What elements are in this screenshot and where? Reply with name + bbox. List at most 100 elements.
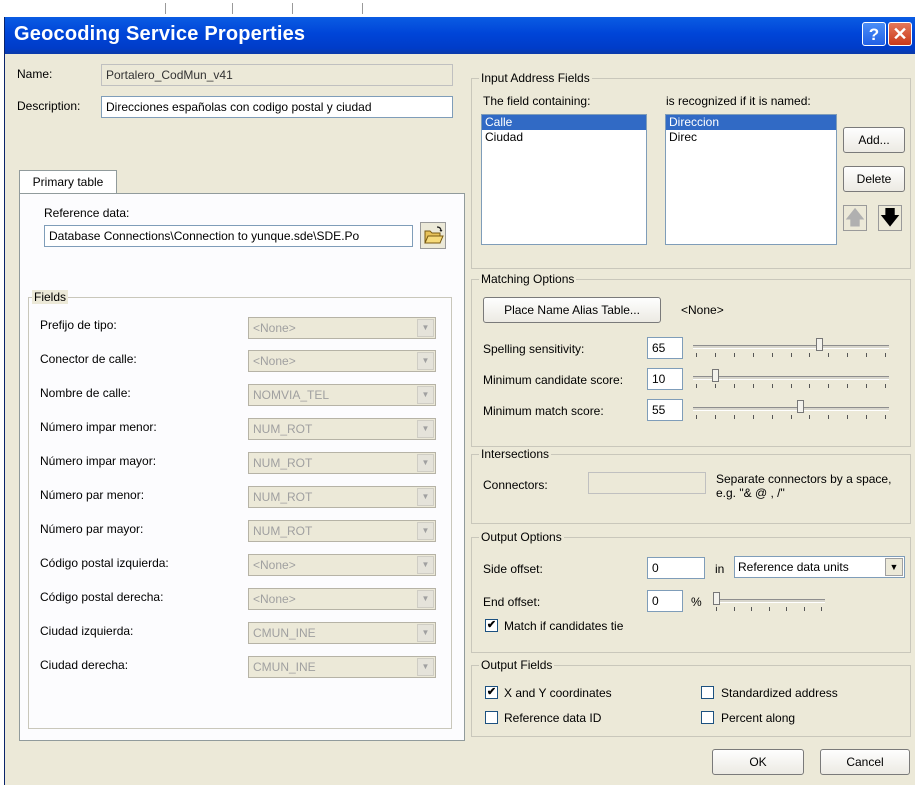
field-select-value: <None> <box>253 558 296 572</box>
field-label-impar-mayor: Número impar mayor: <box>40 454 157 468</box>
field-select-cp-izquierda[interactable]: <None> ▼ <box>248 554 436 576</box>
slider-ticks <box>713 607 825 612</box>
slider-track <box>713 599 825 603</box>
slider-tick <box>791 415 792 419</box>
field-select-value: <None> <box>253 354 296 368</box>
recognized-named-header: is recognized if it is named: <box>666 94 811 108</box>
move-down-button[interactable]: 🡇 <box>878 205 902 231</box>
recognized-named-list[interactable]: Direccion Direc <box>665 114 837 245</box>
chevron-down-icon: ▼ <box>417 556 434 574</box>
field-select-conector[interactable]: <None> ▼ <box>248 350 436 372</box>
candidate-score-input[interactable]: 10 <box>647 368 683 390</box>
slider-thumb[interactable] <box>797 400 804 413</box>
slider-tick <box>828 384 829 388</box>
list-item[interactable]: Direc <box>666 130 836 145</box>
strip-divider <box>362 3 363 14</box>
field-select-par-menor[interactable]: NUM_ROT ▼ <box>248 486 436 508</box>
percent-along-label: Percent along <box>721 711 796 725</box>
field-select-cp-derecha[interactable]: <None> ▼ <box>248 588 436 610</box>
slider-tick <box>828 353 829 357</box>
list-item[interactable]: Direccion <box>666 115 836 130</box>
slider-tick <box>769 607 770 611</box>
slider-tick <box>804 607 805 611</box>
slider-track <box>693 376 889 380</box>
primary-table-panel: Reference data: Database Connections\Con… <box>19 193 465 741</box>
connectors-label: Connectors: <box>483 478 548 492</box>
place-name-alias-button[interactable]: Place Name Alias Table... <box>483 297 661 323</box>
end-offset-input[interactable]: 0 <box>647 590 683 612</box>
output-options-group-label: Output Options <box>479 530 564 544</box>
list-item[interactable]: Calle <box>482 115 646 130</box>
check-icon: ✔ <box>486 619 497 631</box>
field-select-value: <None> <box>253 592 296 606</box>
units-select[interactable]: Reference data units ▼ <box>734 556 905 578</box>
field-select-impar-menor[interactable]: NUM_ROT ▼ <box>248 418 436 440</box>
help-button[interactable]: ? <box>862 22 886 46</box>
side-offset-input[interactable]: 0 <box>647 557 705 579</box>
field-select-value: CMUN_INE <box>253 626 316 640</box>
standardized-address-label: Standardized address <box>721 686 838 700</box>
arrow-up-icon: 🡅 <box>844 207 866 229</box>
slider-thumb[interactable] <box>712 369 719 382</box>
field-select-ciudad-izquierda[interactable]: CMUN_INE ▼ <box>248 622 436 644</box>
description-input[interactable]: Direcciones españolas con codigo postal … <box>101 96 453 118</box>
close-button[interactable]: ✕ <box>888 22 912 46</box>
output-fields-group <box>471 665 911 737</box>
cancel-button[interactable]: Cancel <box>820 749 910 775</box>
slider-tick <box>866 353 867 357</box>
reference-data-input[interactable]: Database Connections\Connection to yunqu… <box>44 225 413 247</box>
fields-group-label: Fields <box>32 290 69 304</box>
field-select-prefijo[interactable]: <None> ▼ <box>248 317 436 339</box>
chevron-down-icon: ▼ <box>417 488 434 506</box>
chevron-down-icon: ▼ <box>417 454 434 472</box>
field-select-value: NUM_ROT <box>253 422 313 436</box>
output-fields-group-label: Output Fields <box>479 658 555 672</box>
field-select-impar-mayor[interactable]: NUM_ROT ▼ <box>248 452 436 474</box>
spelling-slider[interactable] <box>693 335 889 359</box>
tab-primary-table[interactable]: Primary table <box>19 170 117 194</box>
field-select-value: NUM_ROT <box>253 456 313 470</box>
field-containing-list[interactable]: Calle Ciudad <box>481 114 647 245</box>
candidate-slider[interactable] <box>693 366 889 390</box>
spelling-sensitivity-input[interactable]: 65 <box>647 337 683 359</box>
reference-id-checkbox[interactable] <box>485 711 498 724</box>
slider-track <box>693 345 889 349</box>
slider-thumb[interactable] <box>713 592 720 605</box>
field-label-cp-derecha: Código postal derecha: <box>40 590 164 604</box>
slider-tick <box>696 353 697 357</box>
match-slider[interactable] <box>693 397 889 421</box>
field-select-nombre-calle[interactable]: NOMVIA_TEL ▼ <box>248 384 436 406</box>
end-offset-slider[interactable] <box>713 589 825 613</box>
slider-tick <box>696 415 697 419</box>
slider-tick <box>696 384 697 388</box>
field-select-value: CMUN_INE <box>253 660 316 674</box>
ok-button[interactable]: OK <box>712 749 804 775</box>
matching-options-group-label: Matching Options <box>479 272 577 286</box>
add-button[interactable]: Add... <box>843 127 905 153</box>
field-select-ciudad-derecha[interactable]: CMUN_INE ▼ <box>248 656 436 678</box>
title-bar[interactable]: Geocoding Service Properties ? ✕ <box>5 17 915 54</box>
match-score-input[interactable]: 55 <box>647 399 683 421</box>
list-item[interactable]: Ciudad <box>482 130 646 145</box>
move-up-button[interactable]: 🡅 <box>843 205 867 231</box>
connectors-input[interactable] <box>588 472 706 494</box>
percent-along-checkbox[interactable] <box>701 711 714 724</box>
delete-button[interactable]: Delete <box>843 166 905 192</box>
browse-button[interactable] <box>420 222 446 249</box>
standardized-address-checkbox[interactable] <box>701 686 714 699</box>
slider-ticks <box>693 415 889 420</box>
field-label-ciudad-izquierda: Ciudad izquierda: <box>40 624 134 638</box>
field-select-value: <None> <box>253 321 296 335</box>
matching-sliders <box>693 335 889 435</box>
match-tie-checkbox[interactable]: ✔ <box>485 619 498 632</box>
reference-id-label: Reference data ID <box>504 711 602 725</box>
alias-table-value: <None> <box>681 303 724 317</box>
units-select-value: Reference data units <box>738 560 849 574</box>
field-select-par-mayor[interactable]: NUM_ROT ▼ <box>248 520 436 542</box>
slider-thumb[interactable] <box>816 338 823 351</box>
xy-coordinates-checkbox[interactable]: ✔ <box>485 686 498 699</box>
field-label-nombre-calle: Nombre de calle: <box>40 386 131 400</box>
field-label-par-menor: Número par menor: <box>40 488 145 502</box>
chevron-down-icon: ▼ <box>417 658 434 676</box>
chevron-down-icon: ▼ <box>417 352 434 370</box>
